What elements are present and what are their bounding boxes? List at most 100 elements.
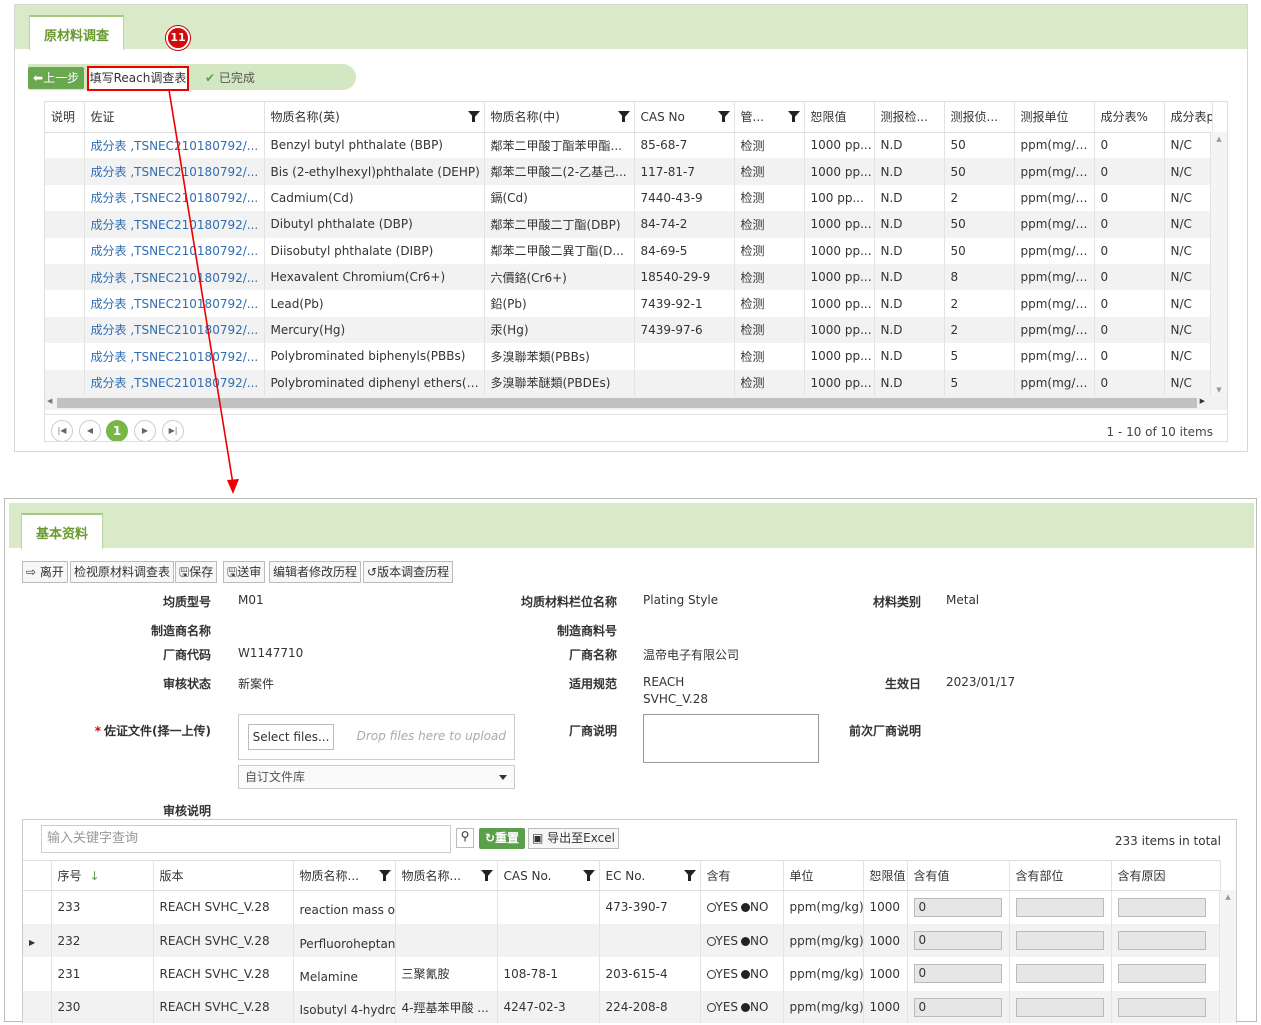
cell-part[interactable] bbox=[1009, 890, 1112, 924]
scroll-up-icon[interactable]: ▲ bbox=[1211, 135, 1227, 143]
part-input[interactable] bbox=[1015, 964, 1104, 984]
vendor-note-textarea[interactable] bbox=[643, 714, 819, 763]
reason-input[interactable] bbox=[1117, 931, 1206, 951]
reason-input[interactable] bbox=[1117, 964, 1206, 984]
table-row[interactable]: 成分表 ,TSNEC210180792/... Polybrominated bi… bbox=[45, 343, 1213, 370]
cell-contains[interactable]: YES NO bbox=[700, 890, 784, 924]
filter-icon[interactable] bbox=[683, 870, 696, 881]
file-library-dropdown[interactable]: 自订文件库 bbox=[238, 765, 515, 789]
reset-button[interactable]: ↻重置 bbox=[479, 828, 525, 849]
col-version[interactable]: 版本 bbox=[153, 860, 294, 891]
radio-no[interactable] bbox=[741, 969, 751, 979]
radio-yes[interactable] bbox=[706, 903, 716, 913]
cell-contains[interactable]: YES NO bbox=[700, 957, 784, 991]
col-name-en[interactable]: 物质名称... bbox=[293, 860, 396, 891]
part-input[interactable] bbox=[1015, 997, 1104, 1017]
table-row[interactable]: 成分表 ,TSNEC210180792/... Lead(Pb) 鉛(Pb) 7439… bbox=[45, 290, 1213, 317]
horizontal-scrollbar[interactable]: ◀ ▶ bbox=[45, 396, 1227, 410]
col-mgmt[interactable]: 管... bbox=[734, 102, 805, 133]
table-row[interactable]: 成分表 ,TSNEC210180792/... Mercury(Hg) 汞(Hg) 7… bbox=[45, 316, 1213, 344]
col-note[interactable]: 说明 bbox=[45, 102, 85, 133]
search-icon[interactable]: ⚲ bbox=[456, 828, 474, 848]
radio-yes[interactable] bbox=[706, 969, 716, 979]
table-row[interactable]: 成分表 ,TSNEC210180792/... Diisobutyl phthal… bbox=[45, 237, 1213, 264]
table-row[interactable]: 成分表 ,TSNEC210180792/... Cadmium(Cd) 鎘(Cd) 7… bbox=[45, 184, 1213, 212]
view-material-survey-button[interactable]: 检视原材料调查表 bbox=[70, 561, 175, 583]
editor-history-button[interactable]: 编辑者修改历程 bbox=[269, 561, 362, 583]
filter-icon[interactable] bbox=[617, 111, 630, 122]
col-limit[interactable]: 恕限值 bbox=[863, 860, 908, 891]
col-ppm[interactable]: 成分表p bbox=[1164, 102, 1213, 133]
filter-icon[interactable] bbox=[717, 111, 730, 122]
keyword-search-input[interactable]: 输入关键字查询 bbox=[41, 825, 451, 853]
cell-proof[interactable]: 成分表 ,TSNEC210180792/... bbox=[84, 343, 265, 370]
cell-proof[interactable]: 成分表 ,TSNEC210180792/... bbox=[84, 211, 265, 238]
radio-no[interactable] bbox=[741, 1003, 751, 1013]
table-row[interactable]: 成分表 ,TSNEC210180792/... Polybrominated di… bbox=[45, 369, 1213, 396]
part-input[interactable] bbox=[1015, 931, 1104, 951]
cell-proof[interactable]: 成分表 ,TSNEC210180792/... bbox=[84, 290, 265, 317]
table-row[interactable]: 231 REACH SVHC_V.28 Melamine 三聚氰胺 108-78-1 20… bbox=[23, 957, 1221, 991]
col-name-en[interactable]: 物质名称(英) bbox=[264, 102, 485, 133]
tab-basic-info[interactable]: 基本资料 bbox=[21, 513, 104, 549]
cell-proof[interactable]: 成分表 ,TSNEC210180792/... bbox=[84, 263, 265, 291]
value-input[interactable]: 0 bbox=[913, 964, 1002, 984]
table-row[interactable]: ▶ 232REACH SVHC_V.28Perfluoroheptanoi YESN… bbox=[23, 923, 1221, 958]
cell-value[interactable]: 0 bbox=[907, 923, 1010, 958]
cell-proof[interactable]: 成分表 ,TSNEC210180792/... bbox=[84, 158, 265, 185]
page-1-button[interactable]: 1 bbox=[106, 420, 128, 441]
prev-page-icon[interactable]: ◀ bbox=[79, 420, 101, 441]
tab-material-survey[interactable]: 原材料调查 bbox=[29, 15, 125, 50]
version-history-button[interactable]: ↺版本调查历程 bbox=[363, 561, 454, 583]
cell-reason[interactable] bbox=[1111, 957, 1221, 991]
part-input[interactable] bbox=[1015, 897, 1104, 917]
table-row[interactable]: 230 REACH SVHC_V.28 Isobutyl 4-hydrox 4-羥基苯… bbox=[23, 990, 1221, 1023]
cell-value[interactable]: 0 bbox=[907, 957, 1010, 991]
col-part[interactable]: 含有部位 bbox=[1009, 860, 1112, 891]
table-row[interactable]: 成分表 ,TSNEC210180792/... Bis (2-ethylhexyl… bbox=[45, 158, 1213, 185]
submit-review-button[interactable]: 🖫送审 bbox=[223, 561, 266, 583]
filter-icon[interactable] bbox=[787, 111, 800, 122]
cell-proof[interactable]: 成分表 ,TSNEC210180792/... bbox=[84, 316, 265, 344]
table-row[interactable]: 成分表 ,TSNEC210180792/... Hexavalent Chromi… bbox=[45, 263, 1213, 291]
col-reason[interactable]: 含有原因 bbox=[1111, 860, 1221, 891]
next-page-icon[interactable]: ▶ bbox=[134, 420, 156, 441]
horizontal-scroll-thumb[interactable] bbox=[57, 398, 1197, 408]
cell-part[interactable] bbox=[1009, 990, 1112, 1023]
cell-reason[interactable] bbox=[1111, 890, 1221, 924]
filter-icon[interactable] bbox=[467, 111, 480, 122]
cell-contains[interactable]: YES NO bbox=[700, 990, 784, 1023]
sort-down-icon[interactable]: ↓ bbox=[90, 869, 100, 883]
cell-reason[interactable] bbox=[1111, 990, 1221, 1023]
prev-step-button[interactable]: ⬅上一步 bbox=[28, 67, 85, 89]
leave-button[interactable]: ⇨ 离开 bbox=[22, 561, 68, 583]
first-page-icon[interactable]: |◀ bbox=[51, 420, 73, 441]
col-detect[interactable]: 测报检... bbox=[874, 102, 945, 133]
cell-value[interactable]: 0 bbox=[907, 990, 1010, 1023]
cell-reason[interactable] bbox=[1111, 923, 1221, 958]
value-input[interactable]: 0 bbox=[913, 997, 1002, 1017]
radio-no[interactable] bbox=[741, 903, 751, 913]
radio-no[interactable] bbox=[741, 936, 751, 946]
col-unit[interactable]: 单位 bbox=[783, 860, 864, 891]
filter-icon[interactable] bbox=[378, 870, 391, 881]
radio-yes[interactable] bbox=[706, 936, 716, 946]
vertical-scrollbar[interactable]: ▲ ▼ bbox=[1210, 132, 1227, 396]
cell-value[interactable]: 0 bbox=[907, 890, 1010, 924]
value-input[interactable]: 0 bbox=[913, 931, 1002, 951]
col-seq[interactable]: 序号 ↓ bbox=[51, 860, 154, 891]
col-cas[interactable]: CAS No bbox=[634, 102, 735, 133]
col-pct[interactable]: 成分表% bbox=[1094, 102, 1165, 133]
col-proof[interactable]: 佐证 bbox=[84, 102, 265, 133]
col-unit[interactable]: 测报单位 bbox=[1014, 102, 1095, 133]
cell-part[interactable] bbox=[1009, 957, 1112, 991]
last-page-icon[interactable]: ▶| bbox=[162, 420, 184, 441]
col-ec[interactable]: EC No. bbox=[599, 860, 701, 891]
reason-input[interactable] bbox=[1117, 997, 1206, 1017]
col-cas[interactable]: CAS No. bbox=[497, 860, 600, 891]
export-excel-button[interactable]: ▣ 导出至Excel bbox=[528, 828, 619, 849]
col-name-cn[interactable]: 物质名称(中) bbox=[484, 102, 635, 133]
value-input[interactable]: 0 bbox=[913, 897, 1002, 917]
filter-icon[interactable] bbox=[480, 870, 493, 881]
fill-reach-survey-button[interactable]: 填写Reach调查表 bbox=[87, 66, 189, 91]
